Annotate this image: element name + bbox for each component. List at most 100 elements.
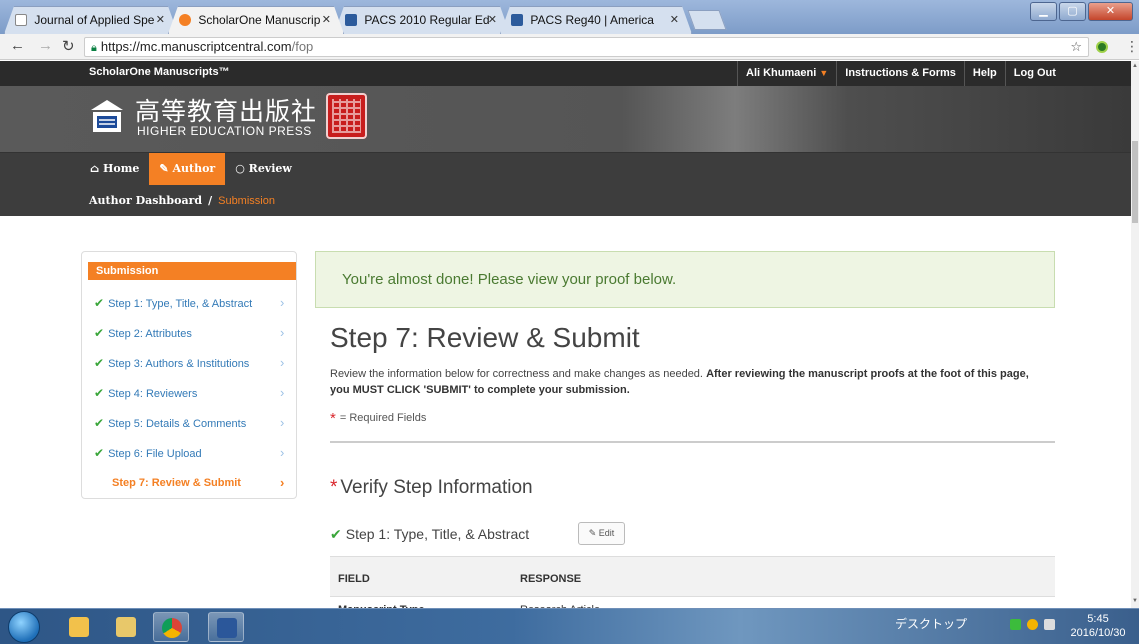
chevron-right-icon: › [280,445,285,460]
browser-tabstrip: Journal of Applied Spe ✕ ScholarOne Manu… [0,0,1139,34]
breadcrumb-root[interactable]: Author Dashboard [89,194,202,207]
mail-icon [69,617,89,637]
browser-tab[interactable]: PACS Reg40 | America ✕ [500,6,692,34]
window-close-icon[interactable]: ✕ [1088,2,1133,21]
step-label: Step 3: Authors & Institutions [108,358,250,370]
browser-tab[interactable]: PACS 2010 Regular Ed ✕ [334,6,510,34]
check-icon: ✔ [94,416,105,430]
forward-arrow-icon[interactable]: → [38,37,53,54]
alert-message: You're almost done! Please view your pro… [342,271,677,288]
seal-logo [326,93,367,139]
url-field[interactable]: 🔒︎ https://mc.manuscriptcentral.com/fop ☆ [84,37,1089,57]
clock-date: 2016/10/30 [1070,627,1126,639]
chrome-tray-icon[interactable] [1027,619,1038,630]
lock-icon: 🔒︎ [91,42,97,54]
help-link[interactable]: Help [963,61,1005,86]
required-legend: * = Required Fields [330,410,426,427]
clock[interactable]: 5:45 2016/10/30 [1062,612,1134,640]
scroll-up-arrow-icon[interactable]: ▲ [1131,63,1139,69]
chevron-right-icon: › [280,415,285,430]
verify-heading: * Verify Step Information [330,477,533,499]
breadcrumb-current: Submission [218,195,275,207]
sidebar-item-step-5[interactable]: ✔ Step 5: Details & Comments › [82,408,296,438]
edit-button[interactable]: ✎ Edit [578,522,625,545]
sidebar-item-step-7[interactable]: Step 7: Review & Submit › [82,468,296,498]
comment-icon: ○ [235,162,245,175]
sidebar-item-step-4[interactable]: ✔ Step 4: Reviewers › [82,378,296,408]
step-label: Step 5: Details & Comments [108,418,247,430]
step-list: ✔ Step 1: Type, Title, & Abstract › ✔ Step … [82,288,296,498]
network-icon[interactable] [1010,619,1021,630]
reload-icon[interactable]: ↻ [62,37,75,55]
sidebar-item-step-2[interactable]: ✔ Step 2: Attributes › [82,318,296,348]
start-button[interactable] [8,611,40,643]
column-header-response: RESPONSE [520,573,582,585]
divider [330,441,1055,443]
sidebar-item-step-3[interactable]: ✔ Step 3: Authors & Institutions › [82,348,296,378]
table-header: FIELD RESPONSE [330,556,1055,596]
tab-review-label: Review [248,162,292,175]
tab-title: ScholarOne Manuscrip [198,13,321,27]
page-icon [15,14,27,26]
site-topbar: ScholarOne Manuscripts™ Ali Khumaeni ▼ I… [0,61,1131,86]
back-arrow-icon[interactable]: ← [10,37,25,54]
tab-home[interactable]: ⌂ Home [80,153,149,185]
address-bar: ← → ↻ 🔒︎ https://mc.manuscriptcentral.com… [0,34,1139,60]
bookmark-star-icon[interactable]: ☆ [1070,38,1082,56]
submission-sidebar: Submission ✔ Step 1: Type, Title, & Abstr… [81,251,297,499]
url-path: /fop [291,39,314,54]
publisher-name-cjk: 高等教育出版社 [135,97,318,126]
taskbar-app-outlook[interactable] [61,612,97,642]
sidebar-item-step-6[interactable]: ✔ Step 6: File Upload › [82,438,296,468]
maximize-icon[interactable]: ▢ [1059,2,1086,21]
required-asterisk-icon: * [330,477,338,498]
new-tab-button[interactable] [687,10,727,30]
scholarone-icon [179,14,191,26]
close-icon[interactable]: ✕ [670,7,679,33]
signal-icon[interactable] [1044,619,1055,630]
step-label: Step 2: Attributes [108,328,192,340]
edit-icon: ✎ [588,528,597,538]
scrollbar-thumb[interactable] [1132,141,1138,223]
aip-icon [511,14,523,26]
more-menu-icon[interactable]: ⋮ [1125,38,1139,55]
publisher-emblem-icon [91,100,123,132]
word-icon [217,618,237,638]
success-alert: You're almost done! Please view your pro… [315,251,1055,308]
taskbar-app-explorer[interactable] [108,612,144,642]
instructions-text: Review the information below for correct… [330,366,1050,398]
windows-taskbar: デスクトップ 5:45 2016/10/30 [0,608,1139,644]
taskbar-app-word[interactable] [208,612,244,642]
folder-icon [116,617,136,637]
tab-title: Journal of Applied Spe [34,13,155,27]
step1-heading-text: Step 1: Type, Title, & Abstract [345,526,530,542]
tray-desktop-label[interactable]: デスクトップ [895,615,967,632]
vertical-scrollbar[interactable]: ▲ ▼ [1131,61,1139,608]
chrome-icon [162,618,182,638]
sidebar-item-step-1[interactable]: ✔ Step 1: Type, Title, & Abstract › [82,288,296,318]
edit-button-label: Edit [598,528,615,538]
sidebar-heading: Submission [88,262,296,280]
tab-author[interactable]: ✎ Author [149,153,226,185]
clock-time: 5:45 [1087,613,1109,625]
logout-link[interactable]: Log Out [1004,61,1064,86]
close-icon[interactable]: ✕ [322,7,331,33]
user-dropdown[interactable]: Ali Khumaeni ▼ [737,61,836,86]
instructions-link[interactable]: Instructions & Forms [836,61,964,86]
breadcrumb-separator: / [208,194,213,207]
close-icon[interactable]: ✕ [156,7,165,33]
minimize-icon[interactable]: ▁ [1030,2,1057,21]
close-icon[interactable]: ✕ [488,7,497,33]
verify-heading-text: Verify Step Information [340,477,533,498]
scroll-down-arrow-icon[interactable]: ▼ [1131,598,1139,604]
step-label: Step 1: Type, Title, & Abstract [108,298,253,310]
browser-tab[interactable]: Journal of Applied Spe ✕ [4,6,178,34]
chevron-right-icon: › [280,325,285,340]
tab-home-label: Home [103,162,140,175]
extension-icon[interactable] [1096,41,1108,53]
step-label: Step 7: Review & Submit [112,477,241,489]
tab-review[interactable]: ○ Review [225,153,302,185]
browser-tab-active[interactable]: ScholarOne Manuscrip ✕ [168,6,344,34]
page-title: Step 7: Review & Submit [330,322,640,353]
taskbar-app-chrome[interactable] [153,612,189,642]
